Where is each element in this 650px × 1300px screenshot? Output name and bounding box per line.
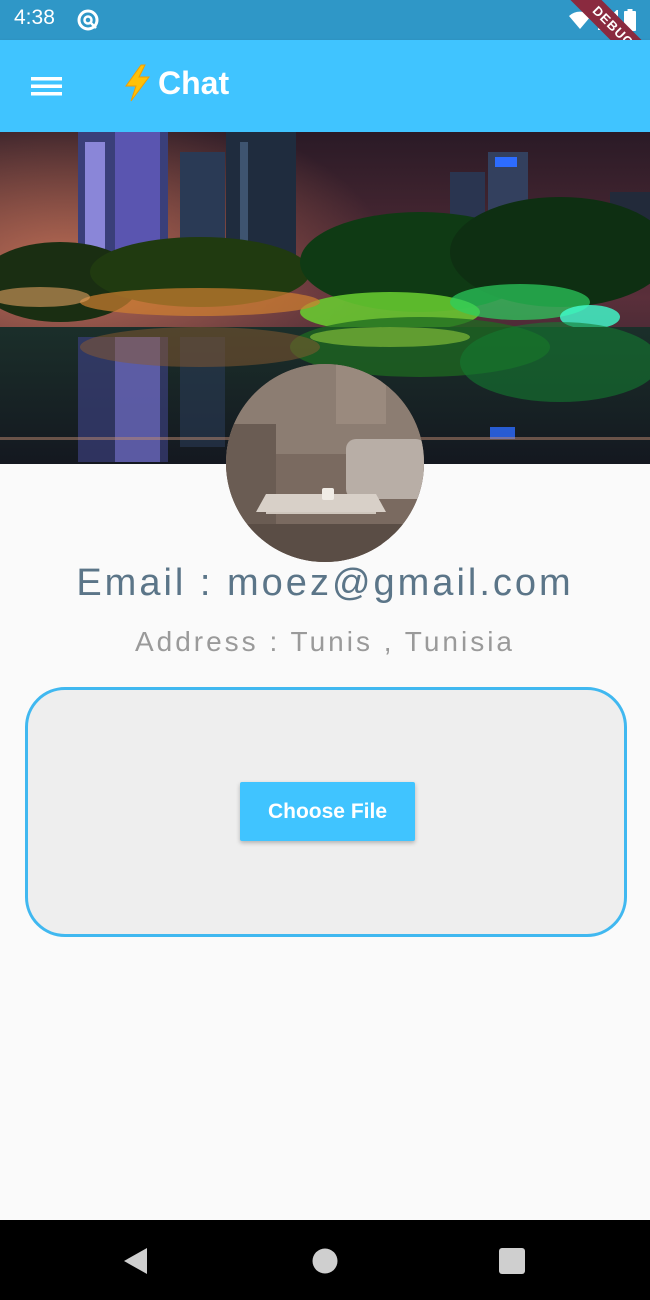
at-sign-icon [77,9,99,31]
file-upload-area[interactable]: Choose File [25,687,627,937]
status-bar: 4:38 DEBUG [0,0,650,88]
navigation-bar [0,1220,650,1300]
hamburger-menu-icon[interactable] [22,64,70,108]
home-icon[interactable] [310,1246,340,1276]
status-time: 4:38 [14,6,55,29]
recents-icon[interactable] [497,1246,527,1276]
choose-file-button[interactable]: Choose File [240,782,415,841]
app-title: Chat [122,64,229,102]
screen: 4:38 DEBUG Chat Email: moez@gmail.com A… [0,0,650,1300]
lightning-bolt-icon [125,64,150,102]
app-bar: Chat [0,40,650,132]
app-title-text: Chat [158,64,230,101]
back-icon[interactable] [121,1246,151,1276]
profile-address: Address : Tunis , Tunisia [134,626,516,657]
profile-email: Email : moez@gmail.com [76,562,574,604]
avatar[interactable] [226,364,424,562]
